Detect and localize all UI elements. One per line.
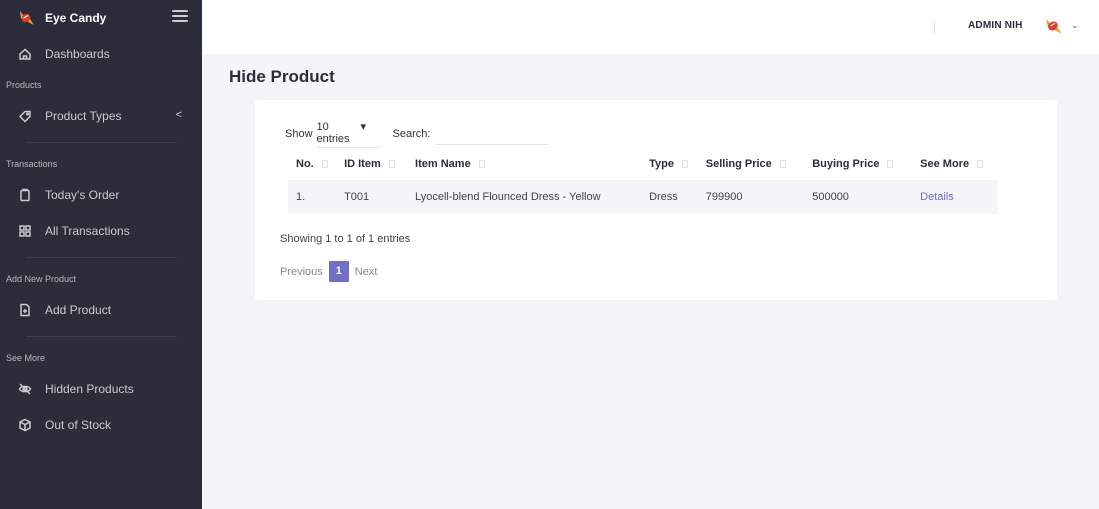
table-cell: Dress bbox=[641, 180, 698, 214]
sidebar-item-label: Hidden Products bbox=[45, 382, 134, 396]
table-controls: Show 10 ▾ entries Search: bbox=[285, 120, 549, 148]
sidebar-item-label: Dashboards bbox=[45, 47, 110, 61]
user-avatar-icon[interactable] bbox=[1042, 15, 1064, 37]
entries-select[interactable]: 10 ▾ entries bbox=[316, 120, 381, 148]
table-info: Showing 1 to 1 of 1 entries bbox=[280, 233, 411, 245]
column-header[interactable]: Item Name bbox=[407, 148, 641, 180]
sidebar-item-label: All Transactions bbox=[45, 224, 130, 238]
sidebar-item-add-product[interactable]: Add Product bbox=[0, 292, 202, 328]
pagination-next[interactable]: Next bbox=[355, 266, 378, 278]
column-header[interactable]: Type bbox=[641, 148, 698, 180]
sort-icon[interactable] bbox=[977, 160, 984, 169]
sidebar: Eye Candy Dashboards Products Product Type… bbox=[0, 0, 202, 509]
table-cell: 500000 bbox=[804, 180, 913, 214]
table-cell: Lyocell-blend Flounced Dress - Yellow bbox=[407, 180, 642, 214]
page-title: Hide Product bbox=[229, 67, 335, 86]
sidebar-item-out-of-stock[interactable]: Out of Stock bbox=[0, 407, 202, 443]
sidebar-item-label: Add Product bbox=[45, 303, 112, 317]
chevron-left-icon[interactable]: < bbox=[176, 109, 182, 121]
table-row: 1. T001 Lyocell-blend Flounced Dress - Yel… bbox=[288, 180, 998, 214]
table-body: 1. T001 Lyocell-blend Flounced Dress - Yel… bbox=[288, 180, 998, 214]
sidebar-item-today-s-order[interactable]: Today's Order bbox=[0, 177, 202, 213]
sidebar-item-label: Product Types bbox=[45, 109, 122, 123]
column-header[interactable]: See More bbox=[912, 148, 998, 180]
table-cell: 1. bbox=[288, 180, 337, 214]
sidebar-divider bbox=[26, 257, 177, 258]
column-header-label: See More bbox=[920, 158, 970, 170]
sidebar-item-all-transactions[interactable]: All Transactions bbox=[0, 213, 202, 249]
sort-icon[interactable] bbox=[681, 160, 688, 169]
sort-icon[interactable] bbox=[478, 160, 485, 169]
box-icon bbox=[18, 418, 32, 432]
column-header-label: ID Item bbox=[344, 158, 381, 170]
column-header-label: No. bbox=[296, 158, 314, 170]
show-label: Show bbox=[285, 128, 313, 140]
sidebar-section-label: Add New Product bbox=[6, 274, 77, 284]
pagination-previous[interactable]: Previous bbox=[280, 266, 323, 278]
user-name[interactable]: ADMIN NIH bbox=[968, 20, 1023, 31]
column-header[interactable]: ID Item bbox=[336, 148, 407, 180]
sort-icon[interactable] bbox=[321, 160, 328, 169]
user-menu-chevron-icon[interactable]: ⌄ bbox=[1071, 20, 1079, 31]
column-header-label: Item Name bbox=[415, 158, 471, 170]
sort-icon[interactable] bbox=[388, 160, 395, 169]
column-header[interactable]: Selling Price bbox=[698, 148, 804, 180]
product-table: No. ID Item Item Name Type Selling Price Buyi… bbox=[288, 148, 998, 214]
topbar-divider bbox=[934, 21, 935, 33]
sidebar-item-label: Out of Stock bbox=[45, 418, 112, 432]
topbar: ADMIN NIH ⌄ bbox=[202, 0, 1099, 54]
eye-off-icon bbox=[18, 382, 32, 396]
table-cell: Details bbox=[912, 180, 998, 214]
sidebar-item-product-types[interactable]: Product Types < bbox=[0, 98, 202, 134]
sort-icon[interactable] bbox=[779, 160, 786, 169]
sidebar-item-label: Today's Order bbox=[45, 188, 120, 202]
entries-select-value: 10 bbox=[316, 121, 329, 133]
column-header[interactable]: No. bbox=[288, 148, 336, 180]
product-table-card: Show 10 ▾ entries Search: No. ID Item Item … bbox=[255, 100, 1057, 300]
column-header-label: Type bbox=[649, 158, 674, 170]
grid-icon bbox=[18, 224, 32, 238]
candy-logo-icon bbox=[20, 11, 34, 25]
sidebar-nav: Dashboards Products Product Types < Transact… bbox=[0, 36, 202, 443]
brand[interactable]: Eye Candy bbox=[0, 0, 202, 36]
home-icon bbox=[18, 47, 32, 61]
column-header[interactable]: Buying Price bbox=[804, 148, 912, 180]
sidebar-divider bbox=[26, 142, 177, 143]
search-label: Search: bbox=[392, 128, 431, 140]
column-header-label: Buying Price bbox=[812, 158, 880, 170]
file-add-icon bbox=[18, 303, 32, 317]
sidebar-section-label: See More bbox=[6, 353, 46, 363]
tag-icon bbox=[18, 109, 32, 123]
clipboard-icon bbox=[18, 188, 32, 202]
pagination: Previous 1 Next bbox=[280, 261, 377, 282]
table-cell: 799900 bbox=[697, 180, 805, 214]
sidebar-divider bbox=[26, 336, 177, 337]
brand-name: Eye Candy bbox=[45, 11, 107, 25]
column-header-label: Selling Price bbox=[705, 158, 772, 170]
pagination-page-current[interactable]: 1 bbox=[328, 261, 349, 282]
details-link[interactable]: Details bbox=[920, 191, 954, 203]
sidebar-item-dashboards[interactable]: Dashboards bbox=[0, 36, 202, 72]
sidebar-section-label: Products bbox=[6, 80, 42, 90]
search-input[interactable] bbox=[436, 123, 549, 145]
sidebar-item-hidden-products[interactable]: Hidden Products bbox=[0, 371, 202, 407]
hamburger-menu-icon[interactable] bbox=[172, 10, 188, 24]
sort-icon[interactable] bbox=[887, 160, 894, 169]
sidebar-section-label: Transactions bbox=[6, 159, 58, 169]
table-cell: T001 bbox=[336, 180, 408, 214]
table-header-row: No. ID Item Item Name Type Selling Price Buyi… bbox=[288, 148, 998, 180]
